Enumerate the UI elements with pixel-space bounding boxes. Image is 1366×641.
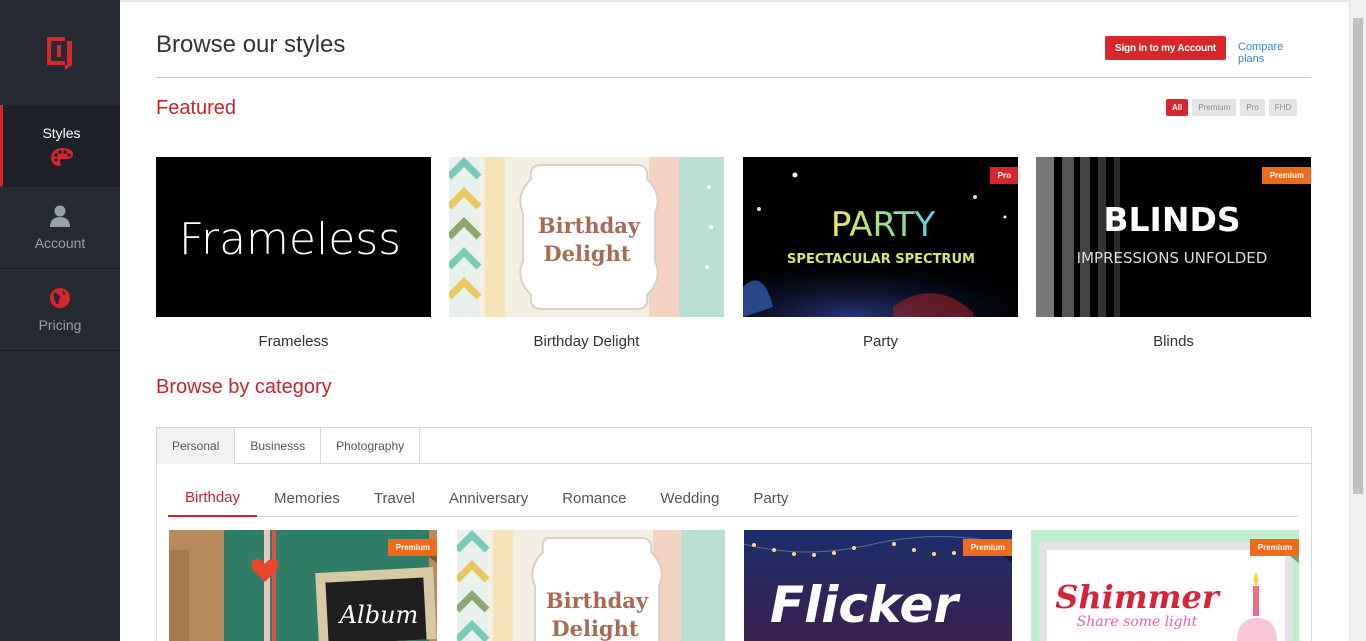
- style-thumbnail[interactable]: PARTY SPECTACULAR SPECTRUM Pro: [743, 157, 1018, 317]
- thumb-title: BLINDS: [1103, 200, 1240, 239]
- filter-premium[interactable]: Premium: [1192, 99, 1237, 116]
- birthday-thumbnail-art: Birthday Delight: [449, 157, 724, 317]
- thumb-subtitle: IMPRESSIONS UNFOLDED: [1077, 249, 1268, 267]
- style-card-album[interactable]: Album Premium: [169, 530, 437, 641]
- tab-business[interactable]: Businesss: [235, 428, 322, 464]
- subtab-anniversary[interactable]: Anniversary: [432, 480, 545, 517]
- palette-icon: [50, 147, 73, 166]
- subcategory-tabs: Birthday Memories Travel Anniversary Rom…: [168, 480, 1298, 517]
- thumb-title: Album: [338, 601, 419, 629]
- subtab-party[interactable]: Party: [736, 480, 805, 517]
- thumb-title-2: Delight: [543, 241, 630, 266]
- style-thumbnail[interactable]: Frameless: [156, 157, 431, 317]
- style-card-birthday-delight-2[interactable]: Birthday Delight: [457, 530, 725, 641]
- pro-badge: Pro: [989, 167, 1018, 192]
- thumb-subtitle: Share some light: [1077, 614, 1198, 630]
- filter-pro[interactable]: Pro: [1240, 99, 1265, 116]
- style-card-title[interactable]: Party: [743, 333, 1018, 350]
- style-card-title[interactable]: Birthday Delight: [449, 333, 724, 350]
- sidebar-item-pricing[interactable]: Pricing: [0, 269, 120, 351]
- featured-filters: All Premium Pro FHD: [1166, 99, 1298, 116]
- scrollbar-thumb[interactable]: [1353, 18, 1363, 494]
- sidebar-item-account[interactable]: Account: [0, 187, 120, 269]
- style-card-party[interactable]: PARTY SPECTACULAR SPECTRUM Pro Party: [743, 157, 1018, 350]
- thumb-title-2: Delight: [551, 616, 638, 641]
- premium-badge: Premium: [1249, 539, 1299, 564]
- subtab-romance[interactable]: Romance: [545, 480, 643, 517]
- style-card-frameless[interactable]: Frameless Frameless: [156, 157, 431, 350]
- style-card-title[interactable]: Frameless: [156, 333, 431, 350]
- thumb-title-1: Birthday: [546, 588, 649, 613]
- style-card-title[interactable]: Blinds: [1036, 333, 1311, 350]
- app-logo-icon: [47, 36, 72, 70]
- premium-badge: Premium: [1261, 167, 1311, 192]
- style-card-shimmer[interactable]: Shimmer Share some light Premium: [1031, 530, 1299, 641]
- style-thumbnail[interactable]: Birthday Delight: [449, 157, 724, 317]
- top-border: [120, 0, 1349, 2]
- category-tabs: Personal Businesss Photography: [157, 428, 1311, 464]
- style-card-blinds[interactable]: BLINDS IMPRESSIONS UNFOLDED Premium Blin…: [1036, 157, 1311, 350]
- vertical-scrollbar[interactable]: [1349, 0, 1366, 641]
- subtab-wedding[interactable]: Wedding: [643, 480, 736, 517]
- app-logo[interactable]: [0, 0, 120, 105]
- sidebar-item-styles[interactable]: Styles: [0, 105, 120, 187]
- thumb-title: PARTY: [831, 205, 936, 245]
- subtab-birthday[interactable]: Birthday: [168, 480, 258, 517]
- subtab-memories[interactable]: Memories: [257, 480, 357, 517]
- tab-photography[interactable]: Photography: [321, 428, 421, 464]
- browse-category-heading: Browse by category: [156, 376, 332, 398]
- sidebar-item-label: Styles: [42, 124, 81, 141]
- filter-fhd[interactable]: FHD: [1268, 99, 1298, 116]
- thumb-title: Frameless: [179, 214, 401, 265]
- page-title: Browse our styles: [156, 31, 346, 58]
- sidebar: Styles Account Pricing: [0, 0, 120, 641]
- thumb-title-1: Birthday: [538, 213, 641, 238]
- frameless-thumbnail-art: Frameless: [156, 157, 431, 317]
- sidebar-item-label: Account: [34, 234, 86, 251]
- style-card-birthday-delight[interactable]: Birthday Delight Birthday Delight: [449, 157, 724, 350]
- subtab-travel[interactable]: Travel: [357, 480, 432, 517]
- thumb-title: Shimmer: [1055, 578, 1221, 616]
- category-panel: Personal Businesss Photography Birthday …: [156, 427, 1312, 641]
- thumb-title: Flicker: [770, 576, 961, 634]
- featured-heading: Featured: [156, 97, 237, 119]
- compare-plans-link[interactable]: Compare plans: [1238, 41, 1311, 65]
- sign-in-button[interactable]: Sign in to my Account: [1105, 36, 1226, 60]
- premium-badge: Premium: [387, 539, 437, 564]
- thumb-subtitle: SPECTACULAR SPECTRUM: [787, 252, 975, 267]
- birthday-thumbnail-art: Birthday Delight: [457, 530, 725, 641]
- filter-all[interactable]: All: [1166, 99, 1189, 116]
- globe-icon: [50, 287, 70, 308]
- style-thumbnail[interactable]: BLINDS IMPRESSIONS UNFOLDED Premium: [1036, 157, 1311, 317]
- tab-personal[interactable]: Personal: [157, 428, 236, 464]
- sidebar-item-label: Pricing: [38, 316, 82, 333]
- user-icon: [50, 205, 70, 227]
- party-thumbnail-art: PARTY SPECTACULAR SPECTRUM: [743, 157, 1018, 317]
- header-divider: [156, 77, 1311, 78]
- style-card-flicker[interactable]: Flicker Premium: [744, 530, 1012, 641]
- premium-badge: Premium: [962, 539, 1012, 564]
